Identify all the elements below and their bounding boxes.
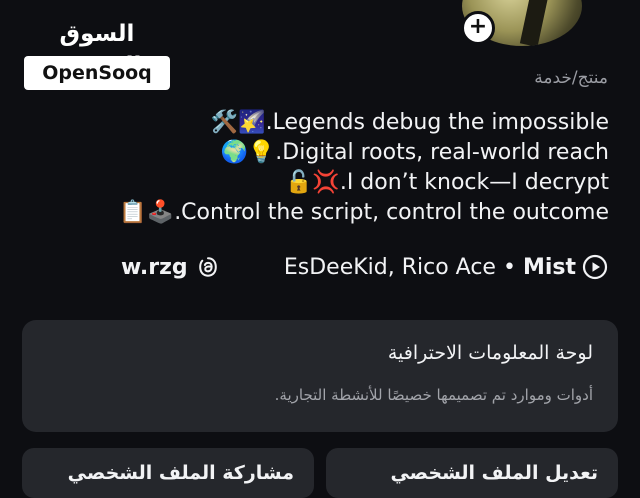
- watermark-logo: السوق المفتوح OpenSooq: [24, 18, 170, 90]
- plus-icon: +: [468, 14, 488, 39]
- edit-profile-button[interactable]: تعديل الملف الشخصي: [326, 448, 618, 498]
- bio-line: 📋🕹️.Control the script, control the outc…: [119, 200, 609, 225]
- profile-category: منتج/خدمة: [534, 68, 608, 88]
- threads-icon: [198, 257, 217, 277]
- bio-emoji: 🌍💡: [220, 140, 276, 165]
- professional-dashboard-card[interactable]: لوحة المعلومات الاحترافية أدوات وموارد ت…: [22, 320, 618, 432]
- bio-line: 🔓💢.I don’t knock—I decrypt: [285, 170, 609, 195]
- threads-link[interactable]: w.rzg: [121, 255, 219, 280]
- music-artists: EsDeeKid, Rico Ace: [283, 254, 496, 280]
- music-separator: •: [502, 254, 516, 280]
- profile-links-row: w.rzg EsDeeKid, Rico Ace • Mist: [121, 250, 608, 284]
- play-icon[interactable]: [582, 254, 608, 280]
- music-link[interactable]: EsDeeKid, Rico Ace • Mist: [284, 254, 608, 280]
- music-track: Mist: [522, 254, 576, 280]
- bio-emoji: 📋🕹️: [119, 200, 175, 225]
- bio-emoji: 🔓💢: [285, 170, 340, 195]
- add-story-button[interactable]: +: [461, 11, 495, 45]
- bio-emoji: 🛠️🌠: [210, 110, 266, 135]
- profile-bio: 🛠️🌠.Legends debug the impossible 🌍💡.Digi…: [119, 108, 609, 228]
- share-profile-button[interactable]: مشاركة الملف الشخصي: [22, 448, 314, 498]
- dashboard-subtitle: أدوات وموارد تم تصميمها خصيصًا للأنشطة ا…: [274, 386, 593, 404]
- bio-line: 🌍💡.Digital roots, real-world reach: [220, 140, 609, 165]
- bio-line: 🛠️🌠.Legends debug the impossible: [210, 110, 609, 135]
- dashboard-title: لوحة المعلومات الاحترافية: [387, 342, 593, 364]
